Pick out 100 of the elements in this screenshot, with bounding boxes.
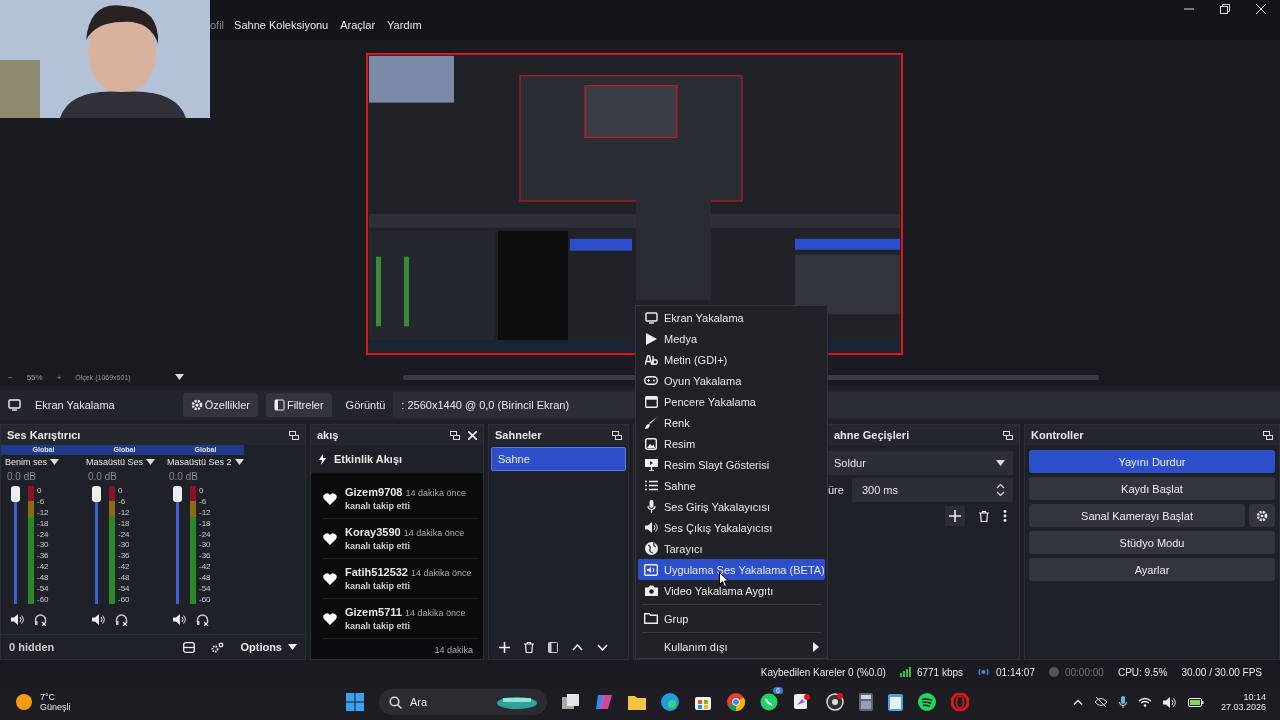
channel-name[interactable]: Masaüstü Ses: [86, 457, 144, 467]
undock-icon[interactable]: [450, 430, 460, 440]
notepad-icon[interactable]: [888, 693, 903, 711]
copilot-icon[interactable]: [595, 693, 613, 711]
menu-item[interactable]: Grup: [638, 608, 825, 629]
scale-label: -30: [118, 540, 130, 550]
menu-item[interactable]: Sahne Koleksiyonu: [234, 19, 329, 31]
menu-item[interactable]: Sahne: [638, 475, 825, 496]
trash-icon[interactable]: [524, 641, 534, 653]
volume-slider[interactable]: [173, 486, 182, 604]
slider-thumb[interactable]: [11, 486, 20, 502]
control-button[interactable]: Ayarlar: [1029, 558, 1275, 581]
options-dropdown[interactable]: Options: [240, 641, 297, 653]
search-field[interactable]: Ara: [379, 689, 547, 715]
control-button[interactable]: Stüdyo Modu: [1029, 531, 1275, 554]
caret-icon[interactable]: [234, 459, 244, 465]
task-view-icon[interactable]: [562, 694, 580, 710]
caret-icon[interactable]: [50, 459, 60, 465]
menu-item[interactable]: Resim: [638, 433, 825, 454]
more-icon[interactable]: [1003, 510, 1007, 522]
control-button[interactable]: Yayını Durdur: [1029, 450, 1275, 473]
volume-slider[interactable]: [11, 486, 20, 604]
menu-item[interactable]: Metin (GDI+): [638, 349, 825, 370]
duration-field[interactable]: 300 ms: [851, 478, 1013, 502]
menu-item[interactable]: Araçlar: [340, 19, 376, 31]
menu-item[interactable]: Yardım: [387, 19, 422, 31]
down-icon[interactable]: [597, 643, 608, 651]
menu-item[interactable]: Oyun Yakalama: [638, 370, 825, 391]
undock-icon[interactable]: [289, 430, 299, 440]
slider-thumb[interactable]: [173, 486, 182, 502]
paint-icon[interactable]: [793, 693, 811, 711]
undock-icon[interactable]: [1003, 430, 1013, 440]
menu-item[interactable]: Ses Çıkış Yakalayıcısı: [638, 517, 825, 538]
scale-label: 0: [199, 486, 205, 495]
zoom-out-button[interactable]: −: [8, 372, 13, 382]
volume-icon[interactable]: [1162, 696, 1177, 708]
menu-item[interactable]: Tarayıcı: [638, 538, 825, 559]
channel-name[interactable]: Benim ses: [5, 457, 48, 467]
speaker-icon[interactable]: [11, 614, 24, 625]
menu-item[interactable]: Resim Slayt Gösterisi: [638, 454, 825, 475]
filter-icon[interactable]: [548, 641, 558, 653]
menu-item[interactable]: ofil: [210, 19, 225, 31]
record-app-icon[interactable]: [826, 693, 844, 711]
headphones-muted-icon[interactable]: [115, 614, 128, 626]
chrome-icon[interactable]: [727, 693, 745, 711]
spinner-arrows-icon[interactable]: [996, 483, 1005, 497]
headphones-muted-icon[interactable]: [196, 614, 209, 626]
menu-item[interactable]: Uygulama Ses Yakalama (BETA): [638, 559, 825, 580]
scale-label: -54: [199, 584, 211, 593]
event-text: kanalı takip etti: [345, 541, 412, 551]
spotify-icon[interactable]: [918, 693, 936, 711]
folder-icon[interactable]: [628, 694, 646, 710]
scale-label: 0: [118, 486, 124, 495]
add-button[interactable]: [945, 506, 965, 526]
menu-item[interactable]: Pencere Yakalama: [638, 391, 825, 412]
speaker-icon[interactable]: [92, 614, 105, 625]
event-time: 14 dakika: [434, 645, 473, 655]
menu-item[interactable]: Medya: [638, 328, 825, 349]
properties-button[interactable]: Özellikler: [182, 393, 258, 417]
caret-icon[interactable]: [146, 459, 156, 465]
calculator-icon[interactable]: [859, 693, 873, 711]
menu-item[interactable]: Ses Giriş Yakalayıcısı: [638, 496, 825, 517]
speaker-icon[interactable]: [173, 614, 186, 625]
undock-icon[interactable]: [1263, 430, 1273, 440]
add-icon[interactable]: [499, 641, 510, 653]
close-icon[interactable]: [1256, 4, 1266, 14]
settings-button[interactable]: [1249, 504, 1275, 527]
battery-icon[interactable]: [1187, 697, 1204, 707]
slider-thumb[interactable]: [92, 486, 101, 502]
close-icon[interactable]: [468, 430, 477, 440]
undock-icon[interactable]: [612, 430, 622, 440]
edge-icon[interactable]: [661, 693, 679, 711]
scene-item[interactable]: Sahne: [491, 447, 626, 471]
dock-title: ahne Geçişleri: [834, 429, 911, 441]
zoom-in-button[interactable]: +: [56, 372, 62, 382]
restore-icon[interactable]: [1220, 4, 1230, 14]
menu-item[interactable]: Kullanım dışı: [638, 636, 825, 657]
wifi-icon[interactable]: [1137, 697, 1152, 707]
control-button[interactable]: Sanal Kamerayı Başlat: [1029, 504, 1245, 527]
transition-dropdown[interactable]: Soldur: [828, 451, 1013, 475]
microphone-icon[interactable]: [1118, 696, 1127, 708]
up-icon[interactable]: [572, 643, 583, 651]
headphones-muted-icon[interactable]: [34, 614, 47, 626]
chevron-up-icon[interactable]: [1072, 699, 1083, 705]
layout-icon[interactable]: [183, 641, 196, 653]
gears-icon[interactable]: [211, 641, 225, 653]
eye-off-icon[interactable]: [1093, 697, 1108, 707]
chat-icon[interactable]: [760, 693, 778, 711]
scale-label: -48: [37, 573, 49, 583]
channel-name[interactable]: Masaüstü Ses 2: [167, 457, 232, 467]
volume-slider[interactable]: [92, 486, 101, 604]
trash-icon[interactable]: [979, 510, 989, 522]
opera-icon[interactable]: [951, 693, 969, 711]
monitor-icon: [8, 399, 21, 411]
menu-item[interactable]: Video Yakalama Aygıtı: [638, 580, 825, 601]
menu-item[interactable]: Ekran Yakalama: [638, 307, 825, 328]
clock-time[interactable]: 10:14: [1243, 692, 1266, 702]
filters-button[interactable]: Filtreler: [265, 393, 332, 417]
clock-date[interactable]: 27.03.2026: [1220, 702, 1266, 712]
control-button[interactable]: Kaydı Başlat: [1029, 477, 1275, 500]
